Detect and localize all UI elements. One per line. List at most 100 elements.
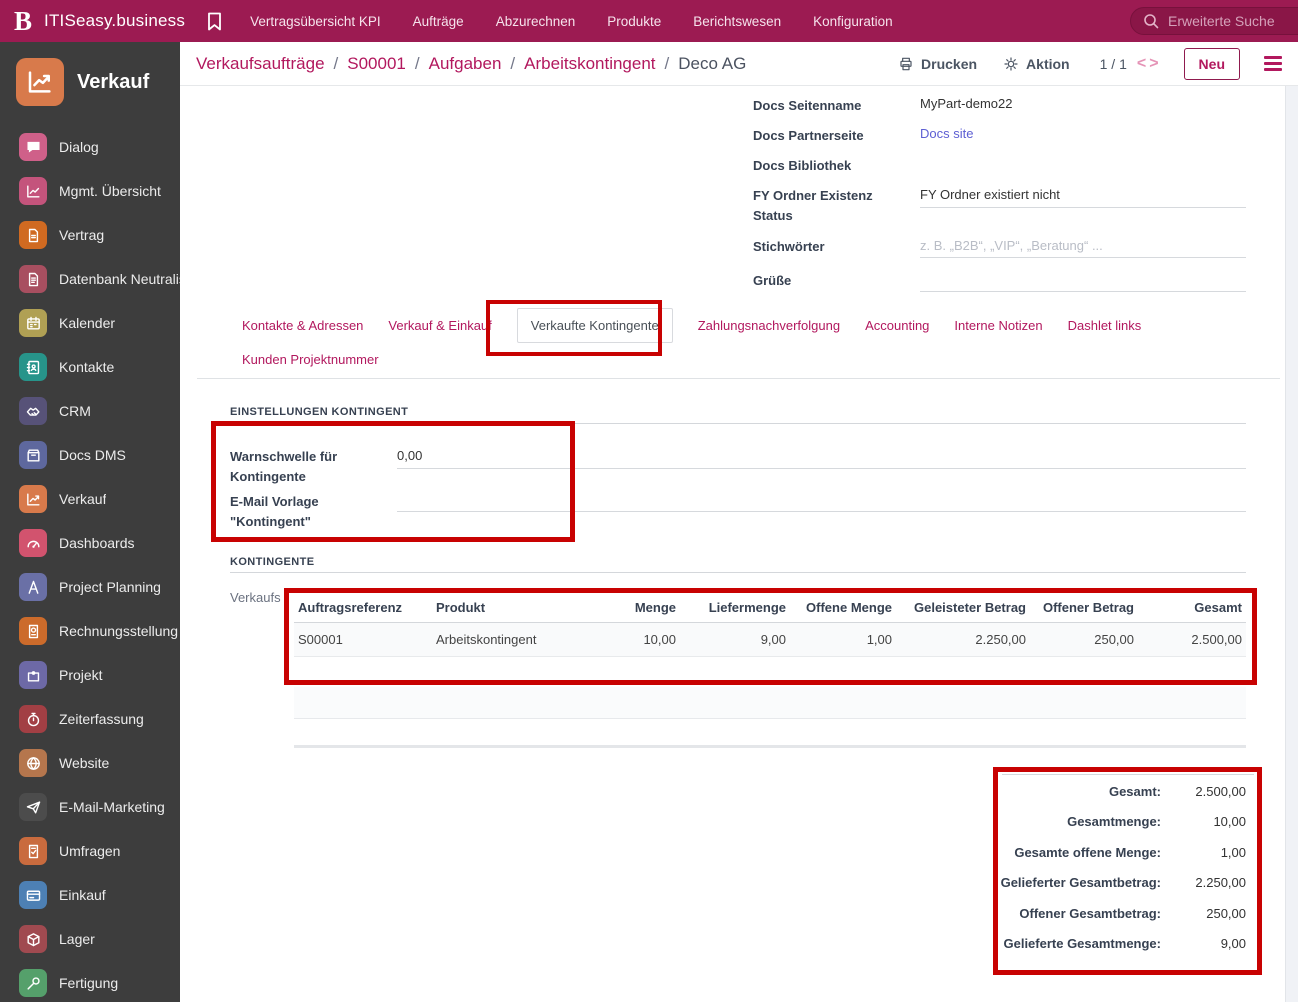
docs-partner-link[interactable]: Docs site bbox=[920, 126, 973, 141]
menu-item-konfiguration[interactable]: Konfiguration bbox=[813, 14, 893, 29]
sidebar-item-label: Mgmt. Übersicht bbox=[59, 183, 161, 199]
brand-logo[interactable]: B bbox=[14, 7, 32, 35]
section-rule bbox=[230, 572, 1246, 573]
docs-library-label: Docs Bibliothek bbox=[753, 158, 852, 173]
section-rule bbox=[230, 423, 1246, 424]
sidebar-item-zeiterfassung[interactable]: Zeiterfassung bbox=[0, 697, 180, 741]
gear-icon bbox=[1004, 56, 1018, 71]
cell-offener-betrag: 250,00 bbox=[1030, 622, 1138, 657]
tab-kontakte-adressen[interactable]: Kontakte & Adressen bbox=[242, 318, 363, 333]
sidebar-item-label: Kontakte bbox=[59, 359, 115, 375]
print-button[interactable]: Drucken bbox=[898, 56, 977, 72]
sidebar-item-rechnungsstellung[interactable]: Rechnungsstellung bbox=[0, 609, 180, 653]
fy-status-value[interactable]: FY Ordner existiert nicht bbox=[920, 187, 1060, 202]
advanced-search-input[interactable]: Erweiterte Suche bbox=[1130, 7, 1298, 35]
sidebar-item-website[interactable]: Website bbox=[0, 741, 180, 785]
table-row[interactable]: S00001 Arbeitskontingent 10,00 9,00 1,00… bbox=[294, 622, 1246, 657]
menu-item-vertragsuebersicht-kpi[interactable]: Vertragsübersicht KPI bbox=[250, 14, 381, 29]
tab-verkauf-einkauf[interactable]: Verkauf & Einkauf bbox=[388, 318, 491, 333]
hamburger-menu-icon[interactable] bbox=[1264, 56, 1282, 71]
breadcrumb-current: Deco AG bbox=[678, 53, 747, 73]
total-row: Offener Gesamtbetrag: 250,00 bbox=[870, 898, 1246, 929]
total-row: Gelieferter Gesamtbetrag: 2.250,00 bbox=[870, 868, 1246, 899]
bookmark-icon[interactable] bbox=[207, 12, 222, 31]
col-produkt[interactable]: Produkt bbox=[432, 593, 602, 623]
menu-item-auftraege[interactable]: Aufträge bbox=[413, 14, 464, 29]
sidebar-item-dialog[interactable]: Dialog bbox=[0, 125, 180, 169]
sidebar-item-project-planning[interactable]: Project Planning bbox=[0, 565, 180, 609]
col-offener-betrag[interactable]: Offener Betrag bbox=[1030, 593, 1138, 623]
fy-status-label: FY Ordner Existenz Status bbox=[753, 188, 873, 224]
sidebar-item-einkauf[interactable]: Einkauf bbox=[0, 873, 180, 917]
col-liefermenge[interactable]: Liefermenge bbox=[680, 593, 790, 623]
breadcrumb-s00001[interactable]: S00001 bbox=[347, 54, 406, 74]
drafting-compass-icon bbox=[19, 573, 47, 601]
menu-item-produkte[interactable]: Produkte bbox=[607, 14, 661, 29]
quota-threshold-value[interactable]: 0,00 bbox=[397, 448, 422, 463]
col-geleisteter-betrag[interactable]: Geleisteter Betrag bbox=[896, 593, 1030, 623]
archive-box-icon bbox=[19, 441, 47, 469]
col-menge[interactable]: Menge bbox=[602, 593, 680, 623]
sidebar-item-projekt[interactable]: Projekt bbox=[0, 653, 180, 697]
search-icon bbox=[1143, 13, 1159, 29]
tab-dashlet-links[interactable]: Dashlet links bbox=[1068, 318, 1142, 333]
tab-interne-notizen[interactable]: Interne Notizen bbox=[954, 318, 1042, 333]
total-value: 10,00 bbox=[1213, 814, 1246, 830]
new-button[interactable]: Neu bbox=[1183, 47, 1240, 80]
sidebar-app-header[interactable]: Verkauf bbox=[0, 42, 180, 106]
col-gesamt[interactable]: Gesamt bbox=[1138, 593, 1246, 623]
sidebar-item-label: Docs DMS bbox=[59, 447, 126, 463]
tags-input[interactable]: z. B. „B2B“, „VIP“, „Beratung“ ... bbox=[920, 238, 1103, 253]
docs-page-value[interactable]: MyPart-demo22 bbox=[920, 96, 1012, 111]
breadcrumb-separator: / bbox=[333, 53, 339, 73]
sidebar-item-kontakte[interactable]: Kontakte bbox=[0, 345, 180, 389]
sidebar-item-vertrag[interactable]: Vertrag bbox=[0, 213, 180, 257]
sidebar-item-datenbank-neutralisierung[interactable]: Datenbank Neutralisie… bbox=[0, 257, 180, 301]
col-offene-menge[interactable]: Offene Menge bbox=[790, 593, 896, 623]
cell-geleisteter-betrag: 2.250,00 bbox=[896, 622, 1030, 657]
total-value: 2.500,00 bbox=[1195, 783, 1246, 799]
sidebar-item-lager[interactable]: Lager bbox=[0, 917, 180, 961]
action-button[interactable]: Aktion bbox=[1003, 56, 1070, 72]
vertical-scrollbar[interactable] bbox=[1285, 86, 1298, 1002]
sidebar-item-fertigung[interactable]: Fertigung bbox=[0, 961, 180, 1002]
globe-icon bbox=[19, 749, 47, 777]
sidebar-item-verkauf[interactable]: Verkauf bbox=[0, 477, 180, 521]
cell-liefermenge: 9,00 bbox=[680, 622, 790, 657]
col-auftragsreferenz[interactable]: Auftragsreferenz bbox=[294, 593, 432, 623]
pager-prev-icon[interactable]: < bbox=[1137, 55, 1147, 73]
total-label: Gesamtmenge: bbox=[1067, 814, 1161, 830]
total-label: Gesamt: bbox=[1108, 783, 1161, 799]
sidebar-item-docs-dms[interactable]: Docs DMS bbox=[0, 433, 180, 477]
tab-verkaufte-kontingente[interactable]: Verkaufte Kontingente bbox=[516, 308, 673, 343]
field-underline bbox=[920, 291, 1246, 292]
tab-accounting[interactable]: Accounting bbox=[865, 318, 929, 333]
cell-offene-menge: 1,00 bbox=[790, 622, 896, 657]
sidebar-item-umfragen[interactable]: Umfragen bbox=[0, 829, 180, 873]
chart-icon bbox=[19, 177, 47, 205]
breadcrumb-aufgaben[interactable]: Aufgaben bbox=[429, 54, 502, 74]
sidebar-item-mgmt-uebersicht[interactable]: Mgmt. Übersicht bbox=[0, 169, 180, 213]
docs-page-label: Docs Seitenname bbox=[753, 98, 862, 113]
empty-list-row bbox=[294, 687, 1246, 719]
sidebar-menu: Dialog Mgmt. Übersicht Vertrag Datenbank… bbox=[0, 125, 180, 1002]
notebook-tabs: Kontakte & Adressen Verkauf & Einkauf Ve… bbox=[242, 308, 1141, 343]
quota-table: Auftragsreferenz Produkt Menge Liefermen… bbox=[294, 593, 1246, 657]
sidebar-item-label: Umfragen bbox=[59, 843, 121, 859]
breadcrumb-arbeitskontingent[interactable]: Arbeitskontingent bbox=[524, 54, 655, 74]
tab-zahlungsnachverfolgung[interactable]: Zahlungsnachverfolgung bbox=[698, 318, 840, 333]
tab-kunden-projektnummer[interactable]: Kunden Projektnummer bbox=[242, 352, 379, 367]
app-sidebar: Verkauf Dialog Mgmt. Übersicht Vertrag D… bbox=[0, 42, 180, 1002]
menu-item-abzurechnen[interactable]: Abzurechnen bbox=[496, 14, 576, 29]
cell-produkt: Arbeitskontingent bbox=[432, 622, 602, 657]
sidebar-item-kalender[interactable]: Kalender bbox=[0, 301, 180, 345]
menu-item-berichtswesen[interactable]: Berichtswesen bbox=[693, 14, 781, 29]
survey-icon bbox=[19, 837, 47, 865]
sidebar-item-crm[interactable]: CRM bbox=[0, 389, 180, 433]
breadcrumb-verkaufsauftraege[interactable]: Verkaufsaufträge bbox=[196, 54, 325, 74]
document-icon bbox=[19, 221, 47, 249]
sidebar-item-label: Verkauf bbox=[59, 491, 107, 507]
pager-next-icon[interactable]: > bbox=[1149, 55, 1159, 73]
sidebar-item-dashboards[interactable]: Dashboards bbox=[0, 521, 180, 565]
sidebar-item-email-marketing[interactable]: E-Mail-Marketing bbox=[0, 785, 180, 829]
